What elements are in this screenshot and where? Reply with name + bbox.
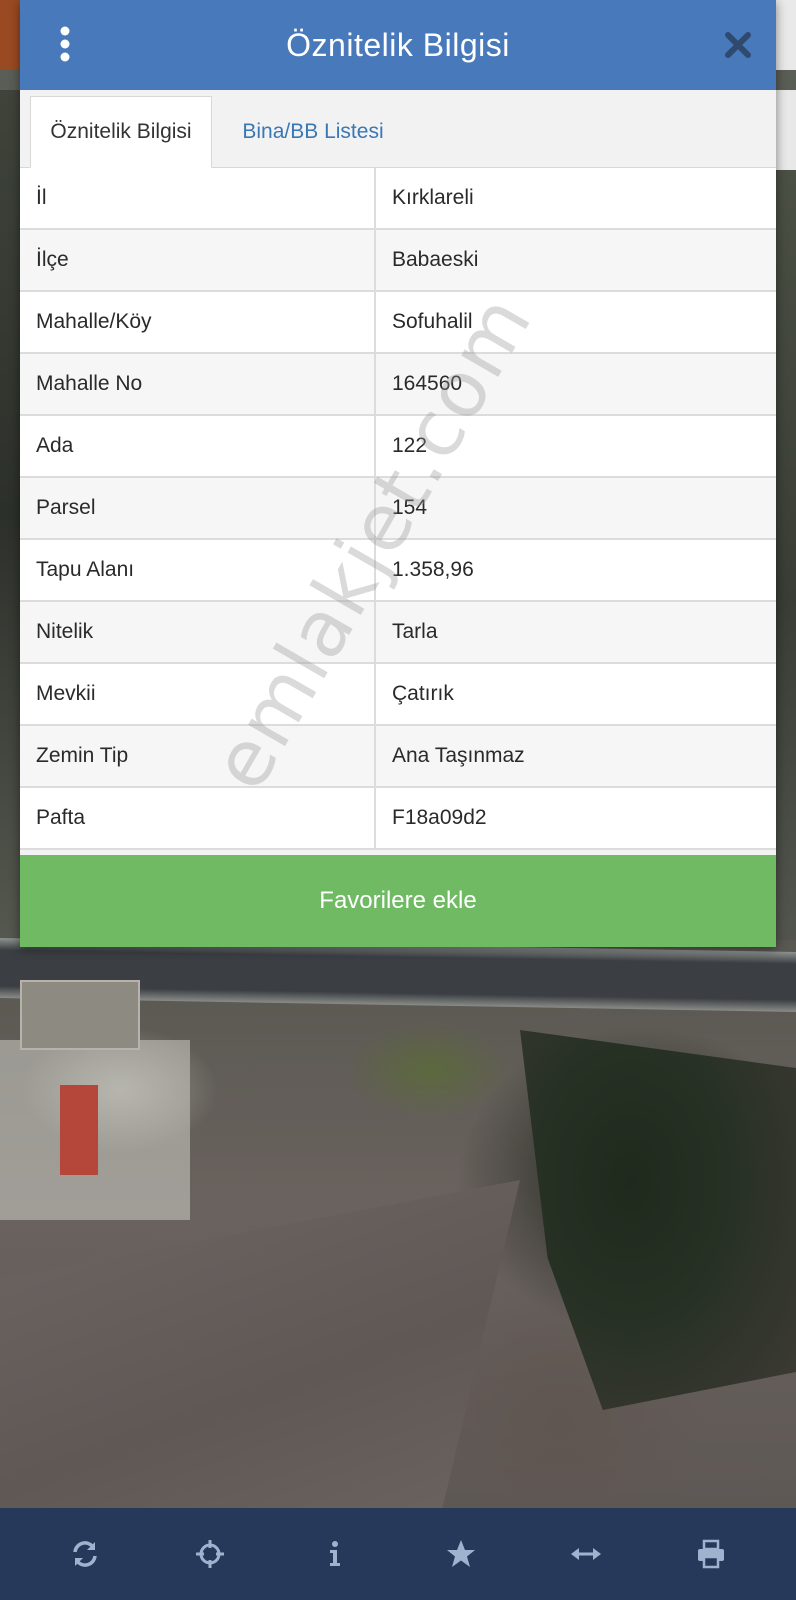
map-edge [776, 90, 796, 940]
table-row: Mahalle/Köy Sofuhalil [20, 292, 776, 354]
table-row: Mevkii Çatırık [20, 664, 776, 726]
print-icon[interactable] [681, 1524, 741, 1584]
attribute-key: Mahalle No [20, 354, 376, 414]
dialog-title: Öznitelik Bilgisi [286, 26, 510, 63]
tab-bar: Öznitelik Bilgisi Bina/BB Listesi [20, 90, 776, 168]
table-row: Mahalle No 164560 [20, 354, 776, 416]
dialog-header: Öznitelik Bilgisi [20, 0, 776, 90]
table-row: Zemin Tip Ana Taşınmaz [20, 726, 776, 788]
attribute-value: 122 [392, 434, 428, 457]
attribute-value: 154 [392, 496, 428, 519]
refresh-icon[interactable] [55, 1524, 115, 1584]
attribute-key: Tapu Alanı [20, 540, 376, 600]
attribute-value: F18a09d2 [392, 806, 487, 829]
tab-building-list[interactable]: Bina/BB Listesi [215, 96, 411, 168]
close-icon[interactable] [720, 27, 756, 63]
table-row: Ada 122 [20, 416, 776, 478]
table-row: Parsel 154 [20, 478, 776, 540]
more-vertical-icon[interactable] [50, 26, 80, 62]
table-row: Nitelik Tarla [20, 602, 776, 664]
table-row: İlçe Babaeski [20, 230, 776, 292]
attribute-key: Parsel [20, 478, 376, 538]
attribute-value: Kırklareli [392, 186, 474, 209]
attribute-key: Nitelik [20, 602, 376, 662]
map-field [0, 1180, 520, 1510]
map-trees [520, 1030, 796, 1410]
tab-attribute-info[interactable]: Öznitelik Bilgisi [30, 96, 212, 168]
attribute-table: İl Kırklareli İlçe Babaeski Mahalle/Köy … [20, 168, 776, 850]
add-favorite-button[interactable]: Favorilere ekle [20, 855, 776, 947]
attribute-key: Ada [20, 416, 376, 476]
map-roof [60, 1085, 98, 1175]
map-edge [0, 0, 20, 70]
attribute-key: İl [20, 168, 376, 228]
attribute-value: Çatırık [392, 682, 454, 705]
table-row: İl Kırklareli [20, 168, 776, 230]
map-building [20, 980, 140, 1050]
attribute-key: Mahalle/Köy [20, 292, 376, 352]
attribute-value: Babaeski [392, 248, 479, 271]
map-edge [0, 90, 20, 940]
table-row: Pafta F18a09d2 [20, 788, 776, 850]
info-icon[interactable] [305, 1524, 365, 1584]
star-icon[interactable] [431, 1524, 491, 1584]
attribute-value: Ana Taşınmaz [392, 744, 525, 767]
attribute-value: 1.358,96 [392, 558, 474, 581]
attribute-dialog: Öznitelik Bilgisi Öznitelik Bilgisi Bina… [20, 0, 776, 947]
bottom-toolbar [0, 1508, 796, 1600]
attribute-key: Pafta [20, 788, 376, 848]
locate-icon[interactable] [180, 1524, 240, 1584]
attribute-key: İlçe [20, 230, 376, 290]
measure-icon[interactable] [556, 1524, 616, 1584]
table-row: Tapu Alanı 1.358,96 [20, 540, 776, 602]
attribute-key: Mevkii [20, 664, 376, 724]
attribute-value: Sofuhalil [392, 310, 473, 333]
attribute-value: Tarla [392, 620, 438, 643]
map-edge [776, 0, 796, 70]
attribute-value: 164560 [392, 372, 463, 395]
attribute-key: Zemin Tip [20, 726, 376, 786]
